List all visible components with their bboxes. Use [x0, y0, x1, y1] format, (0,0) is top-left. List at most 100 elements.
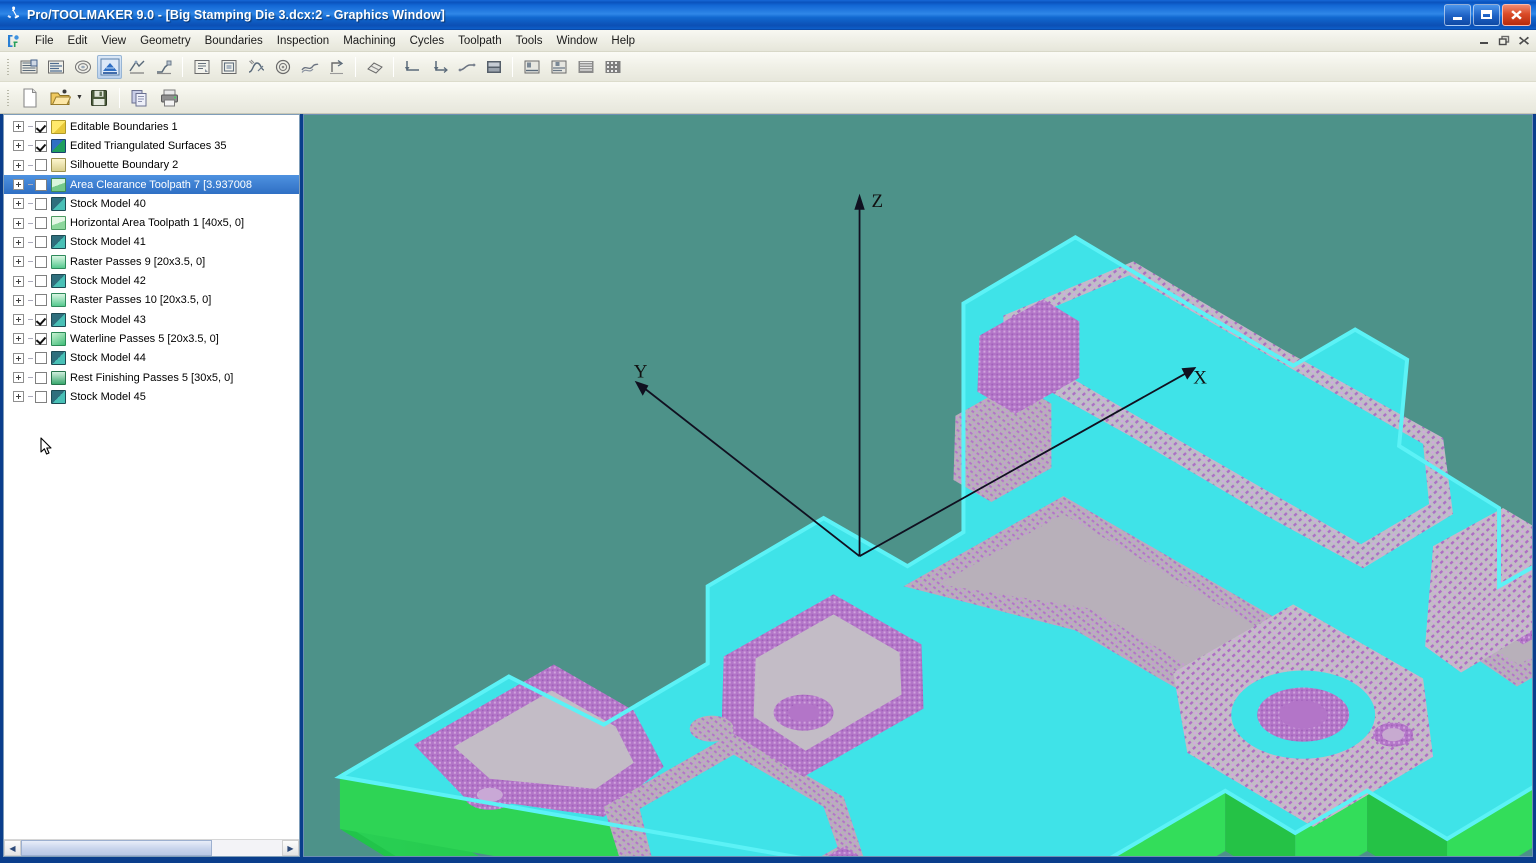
menu-view[interactable]: View	[94, 32, 133, 50]
visibility-checkbox[interactable]	[35, 120, 47, 133]
drill-cycle-button[interactable]	[189, 55, 214, 79]
expand-icon[interactable]	[13, 352, 24, 364]
visibility-checkbox[interactable]	[35, 390, 47, 403]
toolbar-grip[interactable]	[5, 56, 12, 77]
visibility-checkbox[interactable]	[35, 139, 47, 152]
expand-icon[interactable]	[13, 179, 24, 191]
pocket-cycle-button[interactable]	[216, 55, 241, 79]
toolpath-lead-in-button[interactable]	[400, 55, 425, 79]
expand-icon[interactable]	[13, 333, 24, 345]
save-file-button[interactable]	[85, 85, 113, 111]
expand-icon[interactable]	[13, 294, 24, 306]
tree-item[interactable]: Stock Model 42	[4, 271, 299, 290]
tree-horizontal-scrollbar[interactable]: ◀ ▶	[4, 839, 299, 856]
visibility-checkbox[interactable]	[35, 294, 47, 307]
tree-item[interactable]: Raster Passes 10 [20x3.5, 0]	[4, 291, 299, 310]
visibility-checkbox[interactable]	[35, 217, 47, 230]
menu-window[interactable]: Window	[549, 32, 604, 50]
spiral-pass-button[interactable]	[270, 55, 295, 79]
scroll-right-icon[interactable]: ▶	[282, 840, 299, 856]
tree-item[interactable]: Edited Triangulated Surfaces 35	[4, 136, 299, 155]
minimize-button[interactable]	[1444, 3, 1471, 26]
menu-file[interactable]: File	[28, 32, 61, 50]
print-button[interactable]	[156, 85, 184, 111]
tree-item[interactable]: Editable Boundaries 1	[4, 117, 299, 136]
visibility-checkbox[interactable]	[35, 352, 47, 365]
visibility-checkbox[interactable]	[35, 371, 47, 384]
visibility-checkbox[interactable]	[35, 236, 47, 249]
menu-edit[interactable]: Edit	[61, 32, 95, 50]
menu-machining[interactable]: Machining	[336, 32, 402, 50]
toolpath-link-button[interactable]	[454, 55, 479, 79]
horizontal-area-button[interactable]	[43, 55, 68, 79]
tree-item[interactable]: Stock Model 41	[4, 233, 299, 252]
stock-model-button[interactable]	[481, 55, 506, 79]
visibility-checkbox[interactable]	[35, 275, 47, 288]
tree-item[interactable]: Stock Model 43	[4, 310, 299, 329]
tree-item[interactable]: Stock Model 45	[4, 387, 299, 406]
mdi-minimize-button[interactable]	[1476, 33, 1492, 48]
constant-z-button[interactable]	[70, 55, 95, 79]
nc-output-button[interactable]	[546, 55, 571, 79]
model-viewport[interactable]: Z Y X	[304, 115, 1532, 856]
area-clearance-button[interactable]	[16, 55, 41, 79]
visibility-checkbox[interactable]	[35, 313, 47, 326]
expand-icon[interactable]	[13, 236, 24, 248]
flowline-pass-button[interactable]	[297, 55, 322, 79]
menu-help[interactable]: Help	[604, 32, 642, 50]
verify-toolpath-button[interactable]	[573, 55, 598, 79]
menu-geometry[interactable]: Geometry	[133, 32, 198, 50]
visibility-checkbox[interactable]	[35, 332, 47, 345]
batch-process-button[interactable]	[600, 55, 625, 79]
expand-icon[interactable]	[13, 314, 24, 326]
expand-icon[interactable]	[13, 275, 24, 287]
menu-toolpath[interactable]: Toolpath	[451, 32, 508, 50]
copy-button[interactable]	[126, 85, 154, 111]
open-file-button[interactable]	[46, 85, 74, 111]
close-button[interactable]	[1502, 3, 1531, 26]
simulate-button[interactable]	[519, 55, 544, 79]
visibility-checkbox[interactable]	[35, 159, 47, 172]
expand-icon[interactable]	[13, 140, 24, 152]
tree-item[interactable]: Rest Finishing Passes 5 [30x5, 0]	[4, 368, 299, 387]
visibility-checkbox[interactable]	[35, 197, 47, 210]
toolpath-lead-out-button[interactable]	[427, 55, 452, 79]
menu-tools[interactable]: Tools	[509, 32, 550, 50]
mdi-restore-button[interactable]	[1496, 33, 1512, 48]
new-file-button[interactable]	[16, 85, 44, 111]
tree-item[interactable]: Stock Model 44	[4, 349, 299, 368]
expand-icon[interactable]	[13, 217, 24, 229]
expand-icon[interactable]	[13, 198, 24, 210]
raster-passes-button[interactable]	[124, 55, 149, 79]
waterline-passes-button[interactable]	[97, 54, 122, 79]
menu-boundaries[interactable]: Boundaries	[198, 32, 270, 50]
tree-item[interactable]: Raster Passes 9 [20x3.5, 0]	[4, 252, 299, 271]
scrollbar-thumb[interactable]	[21, 840, 212, 856]
surface-machining-button[interactable]	[362, 55, 387, 79]
tree-item[interactable]: Stock Model 40	[4, 194, 299, 213]
expand-icon[interactable]	[13, 391, 24, 403]
scroll-left-icon[interactable]: ◀	[4, 840, 21, 856]
rest-finishing-button[interactable]	[151, 55, 176, 79]
graphics-window[interactable]: Z Y X	[303, 114, 1533, 857]
visibility-checkbox[interactable]	[35, 178, 47, 191]
menu-inspection[interactable]: Inspection	[270, 32, 336, 50]
tree-item[interactable]: Area Clearance Toolpath 7 [3.937008	[4, 174, 299, 195]
expand-icon[interactable]	[13, 121, 24, 133]
menu-cycles[interactable]: Cycles	[403, 32, 452, 50]
open-file-dropdown[interactable]: ▼	[75, 86, 84, 110]
standard-toolbar-grip[interactable]	[5, 87, 12, 108]
tree-item[interactable]: Waterline Passes 5 [20x3.5, 0]	[4, 329, 299, 348]
maximize-button[interactable]	[1473, 3, 1500, 26]
visibility-checkbox[interactable]	[35, 255, 47, 268]
project-tree[interactable]: Editable Boundaries 1 Edited Triangulated…	[4, 115, 299, 839]
expand-icon[interactable]	[13, 372, 24, 383]
expand-icon[interactable]	[13, 256, 24, 268]
scrollbar-track[interactable]	[21, 840, 282, 856]
mdi-close-button[interactable]	[1516, 33, 1532, 48]
pencil-pass-button[interactable]	[243, 55, 268, 79]
project-pass-button[interactable]	[324, 55, 349, 79]
tree-item[interactable]: Silhouette Boundary 2	[4, 156, 299, 175]
expand-icon[interactable]	[13, 159, 24, 171]
tree-item[interactable]: Horizontal Area Toolpath 1 [40x5, 0]	[4, 213, 299, 232]
